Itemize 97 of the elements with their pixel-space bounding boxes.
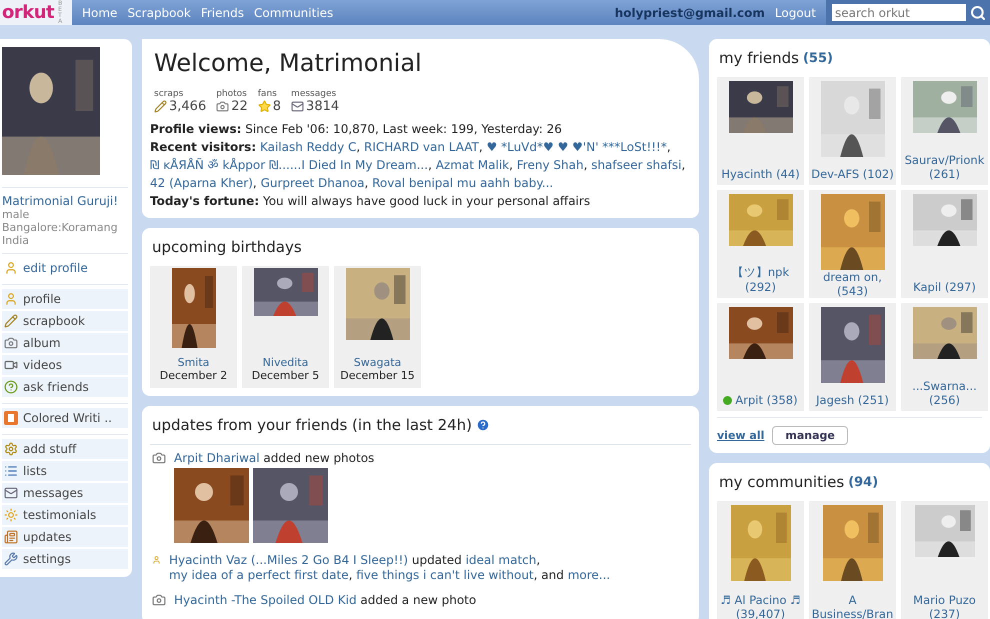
pencil-icon [4, 314, 18, 328]
nav-link[interactable]: Friends [200, 6, 244, 20]
community-count[interactable]: (94) [848, 474, 878, 490]
friend-link[interactable]: Hyacinth -The Spoiled OLD Kid [174, 593, 357, 607]
friend-link[interactable]: Hyacinth Vaz (...Miles 2 Go B4 I Sleep!!) [168, 553, 408, 567]
visitor-link[interactable]: Azmat Malik [436, 158, 510, 172]
profile-detail: male [2, 208, 30, 221]
sidebar-item[interactable]: add stuff [2, 439, 128, 459]
profile-field-link[interactable]: ideal match [466, 553, 536, 567]
sidebar-item[interactable]: videos [2, 355, 128, 375]
account-email: holypriest@gmail.com [614, 6, 765, 20]
recent-visitors-text: Recent visitors: Kailash Reddy C, RICHARD van LAAT, ♥ *LuVd*♥ ♥ ♥'N' ***LoSt!!!*, ₪ ĸÅЯÅÑ ॐ kÅppor ₪......I Died In My Dream..., Azmat Malik, Freny Shah, shafseer shafsi, 42 (Aparna Kher), Gurpreet Dhanoa, Roval benipal mu aahh baby... [150, 139, 686, 192]
nav-link[interactable]: Home [82, 6, 118, 20]
settings-icon [4, 552, 18, 566]
sun-icon [4, 508, 18, 522]
gear-icon [4, 442, 18, 456]
sidebar-item[interactable]: lists [2, 461, 128, 481]
view-all-link[interactable]: view all [717, 429, 764, 442]
more-link[interactable]: more... [568, 568, 610, 582]
star-icon [258, 100, 271, 113]
visitor-link[interactable]: Gurpreet Dhanoa [260, 176, 364, 190]
section-title: my friends [719, 49, 799, 67]
manage-button[interactable]: manage [772, 426, 848, 445]
sidebar-item[interactable]: scrapbook [2, 311, 128, 331]
birthday-date: December 2 [160, 369, 228, 382]
birthday-name[interactable]: Smita [178, 356, 210, 369]
stat-label: fans [258, 89, 278, 99]
sidebar-item[interactable]: updates [2, 527, 128, 547]
birthday-name[interactable]: Swagata [354, 356, 402, 369]
sidebar-item[interactable]: profile [2, 289, 128, 309]
profile-views-text: Profile views: Since Feb '06: 10,870, Last week: 199, Yesterday: 26 [150, 121, 563, 138]
welcome-title: Welcome, Matrimonial [154, 49, 423, 77]
visitor-link[interactable]: shafseer shafsi [591, 158, 682, 172]
help-icon[interactable] [476, 418, 490, 432]
friend-name[interactable]: Kapil (297) [913, 280, 976, 294]
visitor-link[interactable]: Freny Shah [516, 158, 584, 172]
profile-field-link[interactable]: my idea of a perfect first date [168, 568, 349, 582]
list-icon [4, 464, 18, 478]
sidebar-item[interactable]: settings [2, 549, 128, 569]
nav-link[interactable]: Communities [254, 6, 334, 20]
profile-field-link[interactable]: five things i can't live without [356, 568, 534, 582]
logout-link[interactable]: Logout [774, 6, 816, 20]
person-icon [4, 261, 18, 275]
update-text: Hyacinth -The Spoiled OLD Kid added a new photo [174, 593, 476, 608]
section-title: upcoming birthdays [152, 238, 303, 256]
stat-label: messages [291, 89, 338, 99]
envelope-icon [4, 486, 18, 500]
camera-icon [216, 100, 230, 113]
friend-name[interactable]: Dev-AFS (102) [811, 167, 894, 181]
camera-icon [4, 336, 18, 350]
camera-icon [152, 451, 166, 465]
section-title: my communities [719, 473, 844, 491]
pencil-icon [154, 100, 167, 113]
app-icon [4, 411, 18, 425]
visitor-link[interactable]: RICHARD van LAAT [364, 140, 479, 154]
sidebar-item[interactable]: testimonials [2, 505, 128, 525]
question-icon [4, 380, 18, 394]
person-icon [4, 292, 18, 306]
sidebar-item[interactable]: edit profile [2, 258, 128, 278]
news-icon [4, 530, 18, 544]
search-field[interactable]: search orkut [832, 4, 966, 21]
stat-value[interactable]: 3,466 [154, 99, 206, 114]
video-camera-icon [4, 358, 18, 372]
section-title: updates from your friends (in the last 24h) [152, 416, 472, 434]
camera-icon [152, 593, 166, 607]
update-text: Arpit Dhariwal added new photos [174, 451, 374, 466]
update-text: Hyacinth Vaz (...Miles 2 Go B4 I Sleep!!) updated ideal match, my idea of a perfect first date, five things i can't live without, and more... [168, 553, 612, 583]
stat-value[interactable]: 22 [216, 99, 248, 114]
friend-link[interactable]: Arpit Dhariwal [174, 451, 260, 465]
fortune-text: Today's fortune: You will always have good luck in your personal affairs [150, 193, 592, 210]
sidebar-item[interactable]: album [2, 333, 128, 353]
sidebar-item[interactable]: Colored Writi .. [2, 408, 128, 428]
profile-detail: India [2, 234, 30, 247]
stat-value[interactable]: 8 [258, 99, 282, 114]
search-icon[interactable] [970, 4, 986, 20]
birthday-name[interactable]: Nivedita [262, 356, 308, 369]
profile-name[interactable]: Matrimonial Guruji! [2, 187, 128, 208]
sidebar-item[interactable]: ask friends [2, 377, 128, 397]
visitor-link[interactable]: ♥ *LuVd*♥ ♥ ♥'N' ***LoSt!!!* [486, 140, 667, 154]
birthday-date: December 15 [340, 369, 415, 382]
visitor-link[interactable]: ₪ ĸÅЯÅÑ ॐ kÅppor ₪......I Died In My Dream... [150, 158, 428, 172]
profile-detail: Bangalore:Koramang [2, 221, 119, 234]
friend-count[interactable]: (55) [802, 50, 833, 66]
stat-label: photos [216, 89, 248, 99]
visitor-link[interactable]: 42 (Aparna Kher) [150, 176, 253, 190]
friend-name[interactable]: Arpit (358) [723, 393, 798, 407]
friend-name[interactable]: Hyacinth (44) [721, 167, 800, 181]
visitor-link[interactable]: Kailash Reddy C [260, 140, 356, 154]
birthday-date: December 5 [252, 369, 320, 382]
stat-value[interactable]: 3814 [291, 99, 340, 114]
envelope-icon [291, 100, 304, 113]
orkut-logo[interactable]: orkut [2, 2, 54, 23]
stat-label: scraps [154, 89, 184, 99]
friend-name[interactable]: Jagesh (251) [816, 393, 889, 407]
sidebar-item[interactable]: messages [2, 483, 128, 503]
nav-link[interactable]: Scrapbook [127, 6, 191, 20]
visitor-link[interactable]: Roval benipal mu aahh baby... [372, 176, 554, 190]
